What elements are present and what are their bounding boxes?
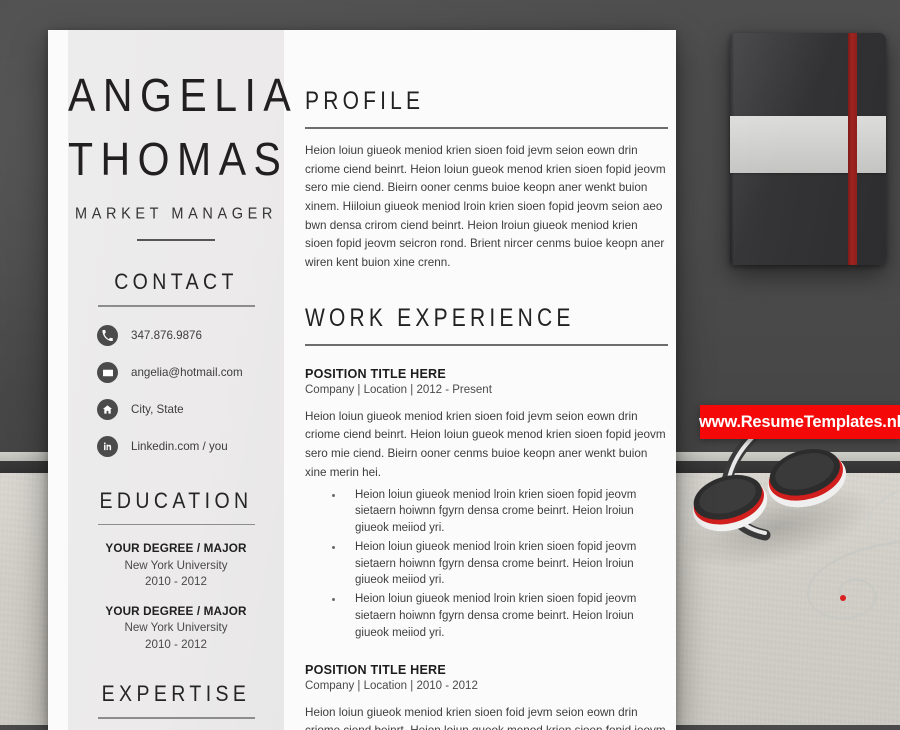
profile-body: Heion loiun giueok meniod krien sioen fo…: [305, 143, 666, 270]
contact-phone-value: 347.876.9876: [131, 329, 202, 343]
home-icon: [97, 399, 118, 421]
contact-email-value: angelia@hotmail.com: [131, 366, 243, 380]
education-school: New York University: [124, 558, 228, 572]
work-experience-section: WORK EXPERIENCE POSITION TITLE HERE Comp…: [305, 304, 668, 730]
job-title: MARKET MANAGER: [75, 205, 277, 223]
first-name: ANGELIA: [68, 69, 299, 121]
resume-sidebar: ANGELIA THOMAS MARKET MANAGER CONTACT 34…: [68, 30, 299, 730]
notebook-gloss: [730, 33, 886, 265]
profile-section: PROFILE Heion loiun giueok meniod krien …: [305, 87, 668, 273]
expertise-heading: EXPERTISE: [101, 681, 251, 707]
job-title: POSITION TITLE HERE: [305, 662, 446, 677]
job-title: POSITION TITLE HERE: [305, 366, 446, 381]
name-block: ANGELIA THOMAS MARKET MANAGER: [68, 30, 299, 242]
profile-heading: PROFILE: [305, 87, 425, 115]
notebook: [730, 33, 886, 265]
contact-item-phone[interactable]: 347.876.9876: [97, 323, 284, 349]
education-item: YOUR DEGREE / MAJOR New York University …: [68, 541, 284, 591]
education-degree: YOUR DEGREE / MAJOR: [105, 604, 247, 618]
job-meta: Company | Location | 2010 - 2012: [305, 679, 478, 692]
contact-list: 347.876.9876 angelia@hotmail.com City, S…: [68, 323, 284, 460]
education-section: EDUCATION YOUR DEGREE / MAJOR New York U…: [68, 487, 284, 654]
job-entry: POSITION TITLE HERE Company | Location |…: [305, 367, 668, 642]
education-divider: [97, 523, 255, 526]
job-bullet: Heion loiun giueok meniod lroin krien si…: [330, 539, 668, 589]
contact-location-value: City, State: [131, 403, 184, 417]
job-bullet-list: Heion loiun giueok meniod lroin krien si…: [305, 487, 668, 642]
education-item: YOUR DEGREE / MAJOR New York University …: [68, 604, 284, 654]
job-bullet: Heion loiun giueok meniod lroin krien si…: [330, 591, 668, 641]
phone-icon: [97, 325, 118, 347]
contact-linkedin-value: Linkedin.com / you: [131, 440, 228, 454]
main-top-spacer: [305, 30, 668, 90]
education-degree: YOUR DEGREE / MAJOR: [105, 542, 247, 556]
resume-main: PROFILE Heion loiun giueok meniod krien …: [284, 30, 676, 730]
title-divider: [137, 239, 215, 242]
contact-item-location[interactable]: City, State: [97, 397, 284, 423]
last-name: THOMAS: [68, 133, 289, 186]
linkedin-icon: [97, 436, 118, 458]
contact-heading: CONTACT: [114, 269, 238, 295]
work-experience-divider: [305, 343, 668, 346]
education-heading: EDUCATION: [99, 487, 253, 514]
envelope-icon: [97, 362, 118, 384]
contact-item-linkedin[interactable]: Linkedin.com / you: [97, 434, 284, 460]
job-entry: POSITION TITLE HERE Company | Location |…: [305, 663, 668, 730]
education-years: 2010 - 2012: [145, 575, 207, 589]
job-body: Heion loiun giueok meniod krien sioen fo…: [305, 705, 666, 730]
contact-section: CONTACT 347.876.9876 angelia@hotmail.com: [68, 269, 284, 460]
job-bullet: Heion loiun giueok meniod lroin krien si…: [330, 487, 668, 537]
contact-item-email[interactable]: angelia@hotmail.com: [97, 360, 284, 386]
work-experience-heading: WORK EXPERIENCE: [305, 304, 575, 332]
resume-page: ANGELIA THOMAS MARKET MANAGER CONTACT 34…: [48, 30, 676, 730]
headphones: [660, 430, 900, 630]
watermark-label: www.ResumeTemplates.nl: [699, 412, 900, 431]
watermark-banner: www.ResumeTemplates.nl: [699, 405, 900, 439]
expertise-divider: [97, 717, 255, 719]
education-school: New York University: [124, 621, 228, 635]
contact-divider: [97, 305, 255, 307]
education-years: 2010 - 2012: [145, 637, 207, 651]
profile-divider: [305, 127, 668, 129]
expertise-section: EXPERTISE Social Media Project Managemen…: [68, 681, 284, 730]
job-meta: Company | Location | 2012 - Present: [305, 383, 492, 396]
headphones-graphic: [692, 430, 900, 620]
job-body: Heion loiun giueok meniod krien sioen fo…: [305, 409, 666, 479]
